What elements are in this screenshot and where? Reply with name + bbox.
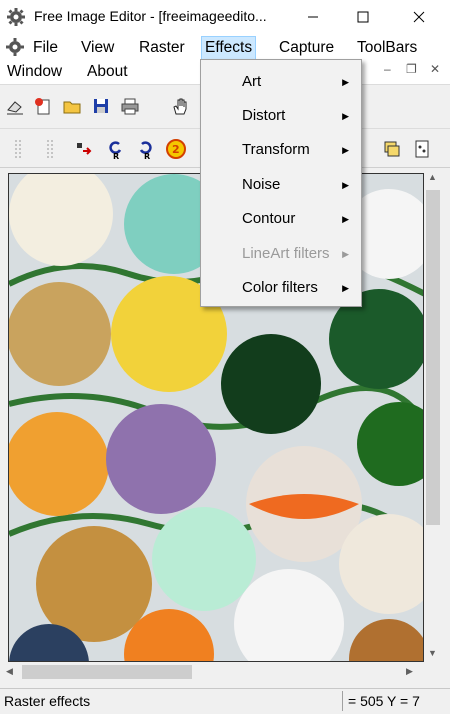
menu-item-label: Noise: [242, 176, 281, 193]
menu-item-label: Contour: [242, 210, 296, 227]
menu-item-label: Transform: [242, 141, 310, 158]
save-icon[interactable]: [89, 94, 113, 118]
mdi-minimize-button[interactable]: –: [384, 62, 391, 76]
app-gear-icon: [6, 7, 26, 27]
rotate-left-icon[interactable]: R: [103, 137, 127, 161]
layers-icon[interactable]: [380, 137, 404, 161]
move-right-icon[interactable]: [72, 137, 96, 161]
effects-menu-item-distort[interactable]: Distort ▶: [201, 101, 361, 131]
minimize-button[interactable]: [290, 0, 336, 34]
effects-menu-item-noise[interactable]: Noise ▶: [201, 170, 361, 200]
effects-menu-item-contour[interactable]: Contour ▶: [201, 204, 361, 234]
submenu-arrow-icon: ▶: [342, 180, 349, 190]
title-bar: Free Image Editor - [freeimageedito...: [0, 0, 450, 34]
submenu-arrow-icon: ▶: [342, 145, 349, 155]
submenu-arrow-icon: ▶: [342, 214, 349, 224]
zoom-icon[interactable]: 2: [164, 137, 188, 161]
rotate-right-icon[interactable]: R: [134, 137, 158, 161]
document-gear-icon[interactable]: [5, 37, 25, 57]
maximize-button[interactable]: [340, 0, 386, 34]
submenu-arrow-icon: ▶: [342, 111, 349, 121]
menu-toolbars[interactable]: ToolBars: [354, 36, 420, 60]
effects-dropdown-menu: Art ▶ Distort ▶ Transform ▶ Noise ▶ Cont…: [200, 59, 362, 307]
mdi-restore-button[interactable]: ❐: [406, 62, 417, 76]
scroll-down-icon[interactable]: ▼: [428, 648, 437, 658]
menu-item-label: Distort: [242, 107, 286, 124]
print-icon[interactable]: [118, 94, 142, 118]
new-image-icon[interactable]: [31, 94, 55, 118]
menu-effects[interactable]: Effects: [201, 36, 257, 60]
open-folder-icon[interactable]: [60, 94, 84, 118]
scroll-right-icon[interactable]: ▶: [406, 666, 413, 677]
menu-view[interactable]: View: [78, 36, 117, 60]
horizontal-scroll-thumb[interactable]: [22, 665, 192, 679]
cursor-coordinates: = 505 Y = 7: [348, 693, 420, 709]
status-divider: [342, 691, 343, 711]
close-button[interactable]: [396, 0, 442, 34]
vertical-scroll-thumb[interactable]: [426, 190, 440, 525]
effects-menu-item-color-filters[interactable]: Color filters ▶: [201, 273, 361, 303]
menu-item-label: LineArt filters: [242, 245, 330, 262]
eraser-icon[interactable]: [3, 94, 27, 118]
menu-item-label: Color filters: [242, 279, 318, 296]
scroll-left-icon[interactable]: ◀: [6, 666, 13, 677]
menu-window[interactable]: Window: [4, 60, 65, 84]
effects-menu-item-art[interactable]: Art ▶: [201, 67, 361, 97]
menu-item-label: Art: [242, 73, 262, 90]
grip-icon: [38, 137, 62, 161]
status-message: Raster effects: [4, 693, 91, 709]
submenu-arrow-icon: ▶: [342, 77, 349, 87]
hand-pan-icon[interactable]: [168, 94, 192, 118]
vertical-scrollbar[interactable]: ▲ ▼: [424, 168, 442, 662]
effects-menu-item-lineart-filters: LineArt filters ▶: [201, 239, 361, 269]
scroll-up-icon[interactable]: ▲: [428, 172, 437, 182]
status-bar: Raster effects = 505 Y = 7: [0, 688, 450, 714]
svg-text:R: R: [113, 152, 119, 160]
svg-text:R: R: [144, 152, 150, 160]
submenu-arrow-icon: ▶: [342, 249, 349, 259]
document-dots-icon[interactable]: [410, 137, 434, 161]
effects-menu-item-transform[interactable]: Transform ▶: [201, 135, 361, 165]
menu-raster[interactable]: Raster: [136, 36, 188, 60]
submenu-arrow-icon: ▶: [342, 283, 349, 293]
grip-icon: [6, 137, 30, 161]
mdi-close-button[interactable]: ✕: [430, 62, 440, 76]
menu-about[interactable]: About: [84, 60, 131, 84]
window-title: Free Image Editor - [freeimageedito...: [34, 8, 267, 24]
menu-capture[interactable]: Capture: [276, 36, 337, 60]
horizontal-scrollbar[interactable]: ◀ ▶: [0, 662, 424, 682]
menu-file[interactable]: File: [30, 36, 61, 60]
svg-text:2: 2: [172, 143, 180, 156]
